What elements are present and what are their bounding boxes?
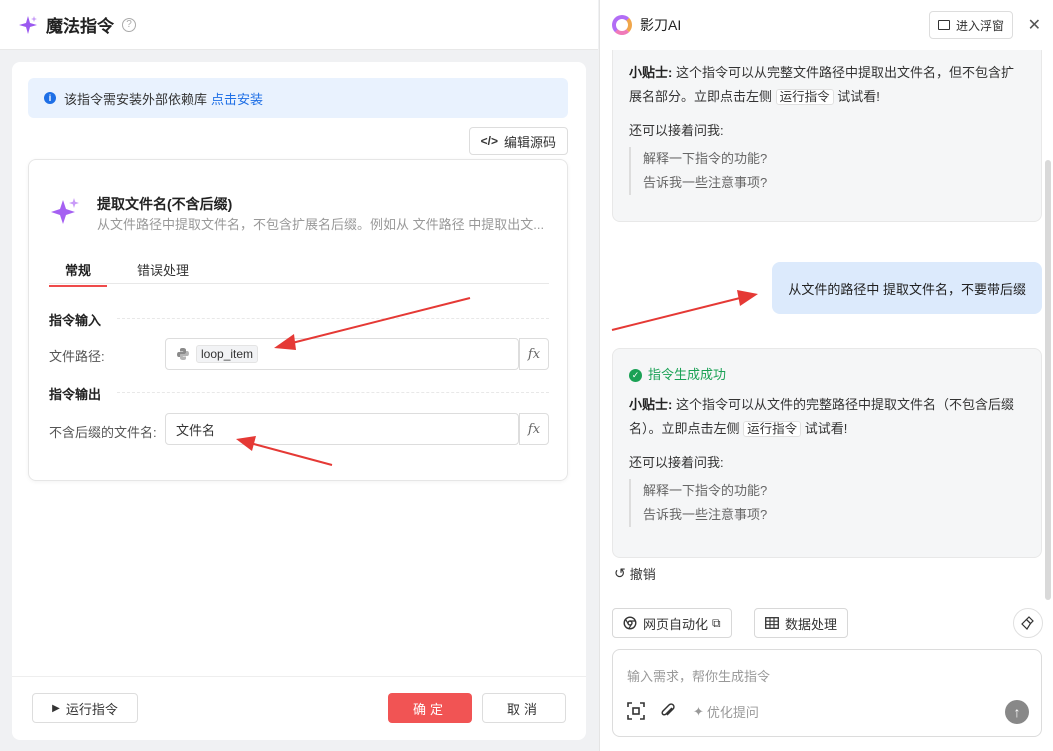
follow-up-prompt: 还可以接着问我: bbox=[629, 455, 724, 470]
chat-input[interactable] bbox=[627, 666, 1027, 690]
help-icon[interactable]: ? bbox=[122, 17, 136, 32]
user-message: 从文件的路径中 提取文件名，不要带后缀 bbox=[772, 262, 1042, 314]
web-automation-button[interactable]: 网页自动化 ⧉ bbox=[612, 608, 732, 638]
tip-text: 小贴士: 这个指令可以从文件的完整路径中提取文件名（不包含后缀名）。立即点击左侧… bbox=[629, 393, 1025, 441]
attachment-icon[interactable] bbox=[659, 702, 677, 720]
shadowbot-logo bbox=[612, 15, 632, 35]
play-icon: ▶ bbox=[52, 702, 60, 714]
output-filename-value: 文件名 bbox=[176, 422, 216, 438]
external-link-icon: ⧉ bbox=[712, 615, 721, 630]
cancel-button[interactable]: 取消 bbox=[482, 693, 566, 723]
tip-colon: : bbox=[668, 397, 676, 412]
tip-label: 小贴士 bbox=[629, 397, 669, 412]
dependency-notice: i 该指令需安装外部依赖库 点击安装 bbox=[28, 78, 568, 118]
fx-button[interactable]: fx bbox=[519, 413, 549, 445]
success-status: ✓ 指令生成成功 bbox=[629, 363, 1025, 387]
check-icon: ✓ bbox=[629, 368, 642, 382]
command-card: i 该指令需安装外部依赖库 点击安装 </> 编辑源码 提取文件名(不含后缀) … bbox=[12, 62, 586, 740]
scrollbar[interactable] bbox=[1045, 160, 1051, 600]
clear-chat-button[interactable] bbox=[1013, 608, 1043, 638]
suggestion-list: 解释一下指令的功能? 告诉我一些注意事项? bbox=[629, 479, 1025, 527]
close-icon[interactable]: ✕ bbox=[1028, 15, 1041, 35]
float-window-label: 进入浮窗 bbox=[955, 18, 1004, 33]
panel-header: 魔法指令 ? bbox=[0, 0, 598, 50]
suggestion-list: 解释一下指令的功能? 告诉我一些注意事项? bbox=[629, 147, 1025, 195]
data-processing-label: 数据处理 bbox=[785, 616, 838, 632]
output-filename-label: 不含后缀的文件名: bbox=[49, 425, 157, 440]
command-description: 从文件路径中提取文件名，不包含扩展名后缀。例如从 文件路径 中提取出文... bbox=[97, 217, 545, 232]
tab-bar: 常规 错误处理 bbox=[48, 256, 549, 287]
install-link[interactable]: 点击安装 bbox=[211, 89, 263, 108]
run-command-tag[interactable]: 运行指令 bbox=[775, 89, 834, 105]
chat-history[interactable]: 小贴士: 这个指令可以从完整文件路径中提取出文件名，但不包含扩展名部分。立即点击… bbox=[600, 50, 1053, 590]
output-section-title: 指令输出 bbox=[49, 387, 102, 402]
info-icon: i bbox=[44, 92, 56, 104]
input-section-title: 指令输入 bbox=[49, 313, 102, 328]
tip-label: 小贴士 bbox=[629, 65, 669, 80]
assistant-header: 影刀AI 进入浮窗 ✕ bbox=[600, 0, 1053, 50]
web-automation-label: 网页自动化 bbox=[643, 616, 709, 632]
file-path-input[interactable]: loop_item bbox=[165, 338, 519, 370]
browser-icon bbox=[623, 616, 637, 630]
notice-text: 该指令需安装外部依赖库 bbox=[64, 91, 208, 107]
suggestion-item[interactable]: 解释一下指令的功能? bbox=[643, 479, 1025, 503]
command-sparkle-icon bbox=[51, 198, 79, 224]
variable-chip[interactable]: loop_item bbox=[196, 345, 259, 363]
output-filename-input[interactable]: 文件名 bbox=[165, 413, 519, 445]
assistant-title: 影刀AI bbox=[640, 17, 682, 33]
tip-text: 小贴士: 这个指令可以从完整文件路径中提取出文件名，但不包含扩展名部分。立即点击… bbox=[629, 61, 1025, 109]
confirm-button[interactable]: 确定 bbox=[388, 693, 472, 723]
edit-source-button[interactable]: </> 编辑源码 bbox=[468, 127, 568, 155]
success-text: 指令生成成功 bbox=[648, 367, 727, 382]
data-processing-button[interactable]: 数据处理 bbox=[754, 608, 849, 638]
suggestion-item[interactable]: 告诉我一些注意事项? bbox=[643, 171, 1025, 195]
follow-up-prompt: 还可以接着问我: bbox=[629, 123, 724, 138]
ai-assistant-panel: 影刀AI 进入浮窗 ✕ 小贴士: 这个指令可以从完整文件路径中提取出文件名，但不… bbox=[599, 0, 1053, 751]
float-window-button[interactable]: 进入浮窗 bbox=[928, 11, 1013, 39]
tab-error-handling[interactable]: 错误处理 bbox=[137, 260, 189, 279]
arrow-up-icon: ↑ bbox=[1013, 704, 1021, 720]
run-command-label: 运行指令 bbox=[65, 701, 118, 717]
run-command-tag[interactable]: 运行指令 bbox=[743, 421, 802, 437]
table-icon bbox=[765, 617, 779, 629]
screenshot-icon[interactable] bbox=[627, 702, 645, 720]
tip-tail: 试试看! bbox=[804, 421, 848, 436]
magic-command-panel: 魔法指令 ? i 该指令需安装外部依赖库 点击安装 </> 编辑源码 提取文件名… bbox=[0, 0, 598, 751]
undo-label: 撤销 bbox=[629, 567, 656, 582]
suggestion-item[interactable]: 解释一下指令的功能? bbox=[643, 147, 1025, 171]
assistant-message: ✓ 指令生成成功 小贴士: 这个指令可以从文件的完整路径中提取文件名（不包含后缀… bbox=[612, 348, 1042, 558]
page-title: 魔法指令 bbox=[46, 17, 114, 36]
undo-icon: ↺ bbox=[614, 565, 626, 581]
divider bbox=[117, 318, 549, 319]
file-path-label: 文件路径: bbox=[49, 349, 105, 364]
brush-icon bbox=[1021, 616, 1034, 630]
python-icon bbox=[177, 348, 189, 360]
suggestion-item[interactable]: 告诉我一些注意事项? bbox=[643, 503, 1025, 527]
undo-button[interactable]: ↺ 撤销 bbox=[614, 564, 656, 583]
divider bbox=[117, 392, 549, 393]
run-command-button[interactable]: ▶ 运行指令 bbox=[32, 693, 138, 723]
edit-source-label: 编辑源码 bbox=[503, 134, 556, 150]
optimize-label: 优化提问 bbox=[706, 705, 759, 720]
optimize-question-button[interactable]: ✦ 优化提问 bbox=[693, 702, 759, 721]
sparkle-icon: ✦ bbox=[693, 703, 704, 719]
tip-tail: 试试看! bbox=[837, 89, 880, 104]
window-icon bbox=[937, 20, 950, 30]
command-config: 提取文件名(不含后缀) 从文件路径中提取文件名，不包含扩展名后缀。例如从 文件路… bbox=[28, 159, 568, 481]
tab-general[interactable]: 常规 bbox=[48, 260, 108, 287]
command-title: 提取文件名(不含后缀) bbox=[97, 196, 233, 212]
assistant-message: 小贴士: 这个指令可以从完整文件路径中提取出文件名，但不包含扩展名部分。立即点击… bbox=[612, 50, 1042, 222]
send-button[interactable]: ↑ bbox=[1005, 700, 1029, 724]
fx-button[interactable]: fx bbox=[519, 338, 549, 370]
dialog-footer: ▶ 运行指令 确定 取消 bbox=[12, 676, 586, 740]
code-icon: </> bbox=[480, 134, 498, 148]
chat-input-box: ✦ 优化提问 ↑ bbox=[612, 649, 1042, 737]
sparkle-icon bbox=[19, 15, 37, 34]
tip-colon: : bbox=[668, 65, 676, 80]
